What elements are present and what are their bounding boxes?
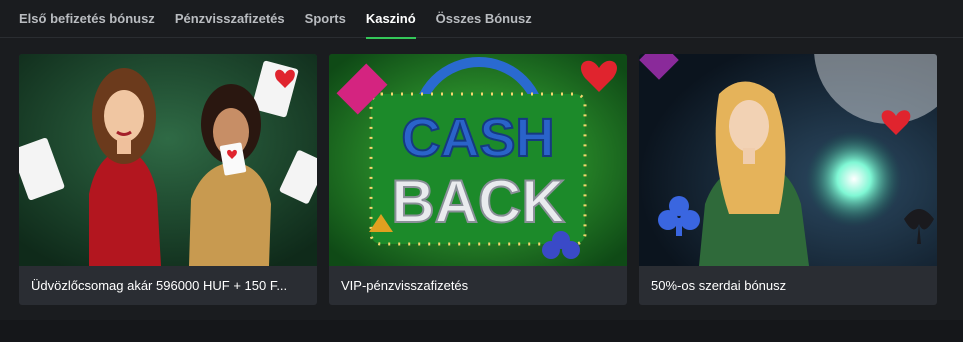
page-footer-strip [0, 320, 963, 342]
promo-image-wednesday [639, 54, 937, 266]
promo-card-title: 50%-os szerdai bónusz [651, 278, 787, 293]
back-art-text: BACK [391, 168, 564, 235]
promo-image-welcome [19, 54, 317, 266]
tab-casino[interactable]: Kaszinó [365, 0, 416, 39]
tab-all-bonus[interactable]: Összes Bónusz [436, 0, 532, 38]
promo-card-vip-cashback[interactable]: CASH BACK VIP-pénzvisszafizetés [329, 54, 627, 305]
cash-art-text: CASH [401, 108, 554, 168]
promo-card-title: VIP-pénzvisszafizetés [341, 278, 469, 293]
tab-cashback[interactable]: Pénzvisszafizetés [175, 0, 285, 38]
tab-sports[interactable]: Sports [305, 0, 346, 38]
promo-card-welcome[interactable]: Üdvözlőcsomag akár 596000 HUF + 150 F... [19, 54, 317, 305]
promo-image-cashback: CASH BACK [329, 54, 627, 266]
promo-card-wednesday-bonus[interactable]: 50%-os szerdai bónusz [639, 54, 937, 305]
tab-first-deposit-bonus[interactable]: Első befizetés bónusz [19, 0, 155, 38]
promo-card-list: Üdvözlőcsomag akár 596000 HUF + 150 F...… [19, 54, 937, 305]
promo-card-title: Üdvözlőcsomag akár 596000 HUF + 150 F... [31, 278, 288, 293]
promo-tabs: Első befizetés bónusz Pénzvisszafizetés … [0, 0, 963, 39]
